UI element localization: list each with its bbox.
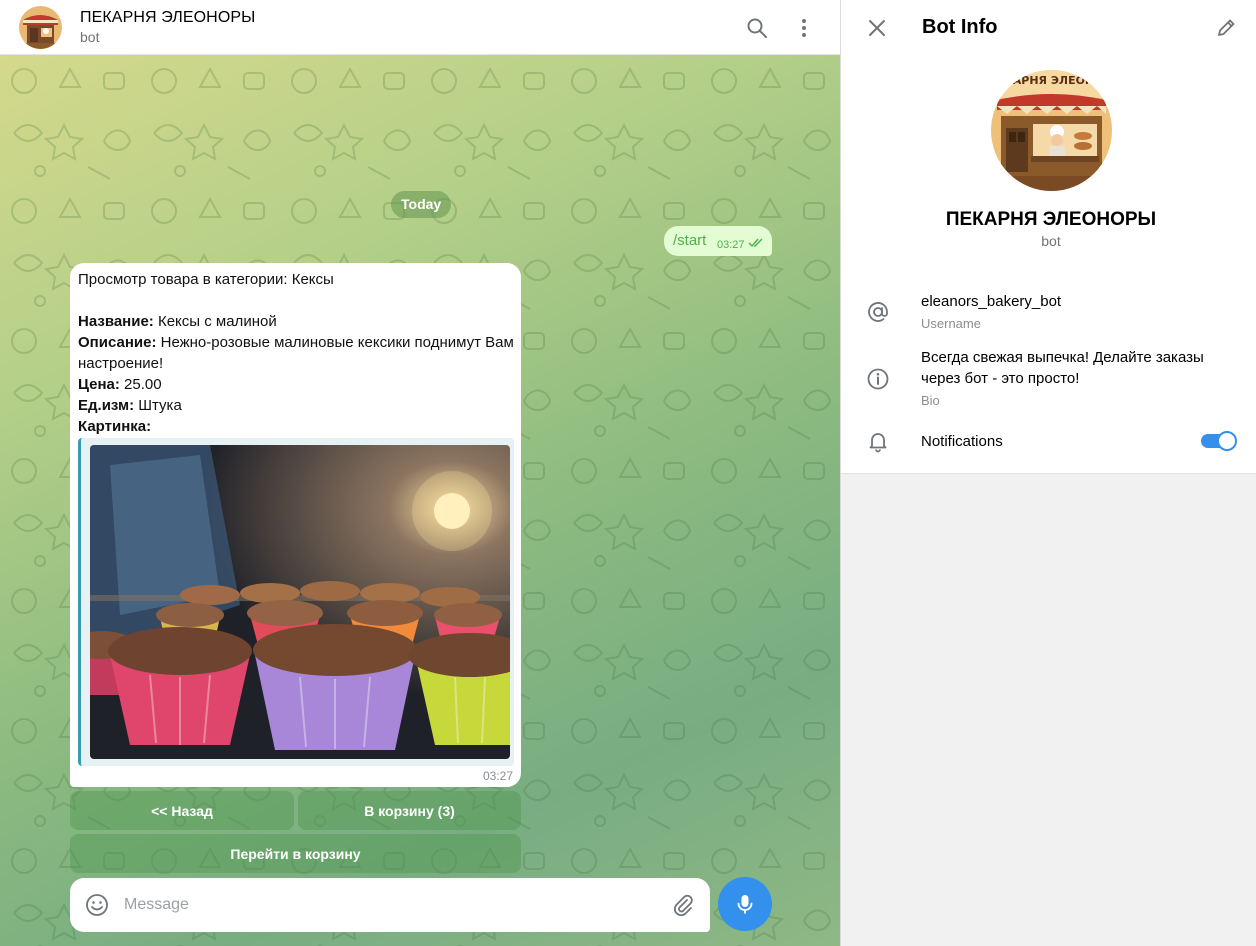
product-price-row: Цена: 25.00 (78, 374, 518, 395)
voice-record-button[interactable] (718, 877, 772, 931)
product-picture-row: Картинка: (78, 416, 518, 437)
bakery-logo-icon: ПЕКАРНЯ ЭЛЕОНОРЫ (991, 70, 1112, 191)
chat-subtitle: bot (80, 29, 100, 45)
product-desc-row: Описание: Нежно-розовые малиновые кексик… (78, 332, 518, 374)
edit-button[interactable] (1212, 14, 1240, 42)
outgoing-message-time: 03:27 (717, 239, 745, 251)
link-preview[interactable] (78, 438, 514, 766)
message-composer (70, 878, 710, 932)
chat-panel: ПЕКАРНЯ ЭЛЕОНОРЫ bot Today /start 03:27 … (0, 0, 840, 946)
logo-sign-text: ПЕКАРНЯ ЭЛЕОНОРЫ (991, 74, 1112, 87)
product-desc-label: Описание: (78, 334, 157, 351)
product-photo[interactable] (90, 445, 510, 759)
back-button[interactable]: << Назад (70, 791, 294, 830)
emoji-smile-icon (86, 894, 108, 916)
bakery-logo-icon (19, 6, 62, 49)
product-unit-value: Штука (134, 397, 182, 414)
category-line: Просмотр товара в категории: Кексы (78, 271, 334, 288)
bot-type: bot (1041, 233, 1061, 249)
product-description: Просмотр товара в категории: Кексы Назва… (78, 269, 518, 437)
toggle-knob (1217, 431, 1237, 451)
message-input[interactable] (124, 892, 664, 918)
bot-info-card: Bot Info ПЕКАРНЯ ЭЛЕОНОРЫ (841, 0, 1256, 474)
product-unit-label: Ед.изм: (78, 397, 135, 414)
notifications-label[interactable]: Notifications (921, 431, 1241, 452)
product-name-value: Кексы с малиной (153, 313, 277, 330)
microphone-icon (737, 895, 753, 914)
bot-bio[interactable]: Всегда свежая выпечка! Делайте заказы че… (921, 347, 1241, 389)
product-name-label: Название: (78, 313, 154, 330)
product-price-value: 25.00 (119, 376, 162, 393)
at-sign-icon (868, 302, 888, 322)
product-unit-row: Ед.изм: Штука (78, 395, 518, 416)
bio-label: Bio (921, 393, 940, 408)
product-name-row: Название: Кексы с малиной (78, 311, 518, 332)
notifications-icon-wrap (864, 427, 892, 455)
more-vertical-icon (802, 19, 806, 37)
bio-icon-wrap (864, 365, 892, 393)
username-icon-wrap (864, 298, 892, 326)
bot-avatar[interactable] (19, 6, 62, 49)
bot-info-panel: Bot Info ПЕКАРНЯ ЭЛЕОНОРЫ (840, 0, 1256, 946)
muffins-photo-image (90, 445, 510, 759)
emoji-button[interactable] (84, 892, 110, 918)
close-icon (869, 20, 885, 36)
incoming-message-time: 03:27 (482, 769, 513, 783)
product-picture-label: Картинка: (78, 418, 152, 435)
bot-name: ПЕКАРНЯ ЭЛЕОНОРЫ (945, 209, 1157, 230)
outgoing-message[interactable]: /start 03:27 (664, 226, 772, 256)
incoming-message[interactable]: Просмотр товара в категории: Кексы Назва… (70, 263, 521, 787)
info-circle-icon (867, 368, 889, 390)
go-to-cart-button[interactable]: Перейти в корзину (70, 834, 521, 873)
search-icon (747, 18, 767, 38)
add-to-cart-button[interactable]: В корзину (3) (298, 791, 521, 830)
double-check-icon (748, 238, 763, 248)
chat-header[interactable]: ПЕКАРНЯ ЭЛЕОНОРЫ bot (0, 0, 840, 55)
more-options-button[interactable] (790, 14, 818, 42)
username-label: Username (921, 316, 981, 331)
notifications-toggle[interactable] (1201, 431, 1237, 451)
bot-profile-photo[interactable]: ПЕКАРНЯ ЭЛЕОНОРЫ (991, 70, 1112, 191)
bot-username[interactable]: eleanors_bakery_bot (921, 291, 1241, 312)
chat-title[interactable]: ПЕКАРНЯ ЭЛЕОНОРЫ (80, 9, 255, 27)
close-info-button[interactable] (863, 14, 891, 42)
bell-icon (869, 433, 887, 453)
paperclip-icon (674, 894, 693, 917)
edit-pencil-icon (1218, 19, 1235, 36)
date-divider: Today (391, 191, 452, 218)
attach-button[interactable] (670, 892, 696, 918)
search-button[interactable] (743, 14, 771, 42)
outgoing-message-text: /start (673, 232, 707, 249)
info-panel-title: Bot Info (922, 16, 998, 38)
product-price-label: Цена: (78, 376, 120, 393)
